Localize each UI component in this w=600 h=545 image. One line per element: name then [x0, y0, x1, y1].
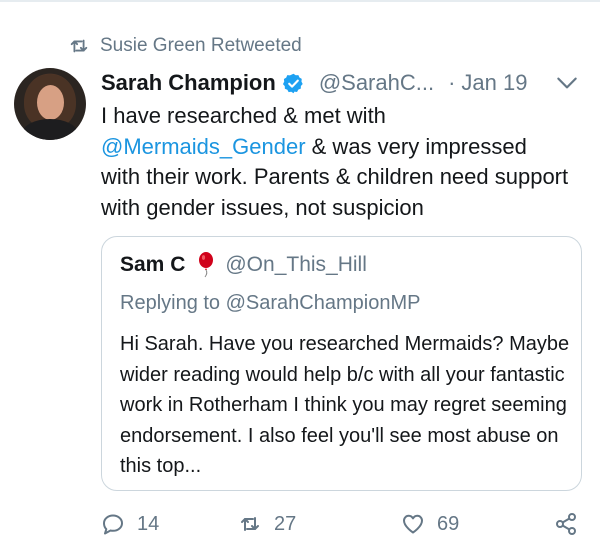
quoted-author-handle: @On_This_Hill	[225, 253, 367, 276]
top-divider	[0, 0, 600, 2]
tweet-header: Sarah Champion @SarahC... · Jan 19	[101, 67, 580, 99]
tweet-text: I have researched & met with @Mermaids_G…	[101, 101, 571, 223]
mention-link[interactable]: @Mermaids_Gender	[101, 134, 306, 159]
retweet-context[interactable]: Susie Green Retweeted	[68, 32, 302, 60]
quoted-author-name: Sam C	[120, 253, 186, 276]
quoted-tweet[interactable]: Sam C @On_This_Hill Replying to @SarahCh…	[101, 236, 582, 491]
chevron-down-icon[interactable]	[554, 70, 580, 96]
heart-icon	[403, 514, 423, 534]
like-button[interactable]: 69	[401, 507, 459, 541]
retweet-count: 27	[274, 512, 297, 535]
reply-button[interactable]: 14	[101, 507, 159, 541]
reply-count: 14	[137, 512, 160, 535]
avatar[interactable]	[14, 68, 86, 140]
verified-badge-icon	[282, 73, 303, 93]
share-button[interactable]	[554, 507, 590, 541]
quoted-tweet-text: Hi Sarah. Have you researched Mermaids? …	[120, 333, 570, 477]
author-handle[interactable]: @SarahC...	[319, 70, 434, 96]
like-count: 69	[437, 512, 460, 535]
replying-to: Replying to @SarahChampionMP	[120, 292, 421, 314]
quoted-tweet-header: Sam C @On_This_Hill	[120, 252, 367, 278]
retweet-context-text: Susie Green Retweeted	[100, 35, 302, 56]
tweet-text-part1: I have researched & met with	[101, 103, 386, 128]
retweet-icon	[241, 517, 259, 531]
balloon-icon	[199, 252, 214, 278]
tweet-date[interactable]: Jan 19	[461, 70, 527, 96]
author-name[interactable]: Sarah Champion	[101, 70, 276, 96]
retweet-icon	[70, 39, 88, 53]
retweet-button[interactable]: 27	[238, 507, 296, 541]
reply-icon	[103, 514, 123, 535]
action-bar: 14 27 69	[101, 507, 591, 541]
share-icon	[556, 513, 576, 535]
separator-dot: ·	[448, 70, 456, 95]
